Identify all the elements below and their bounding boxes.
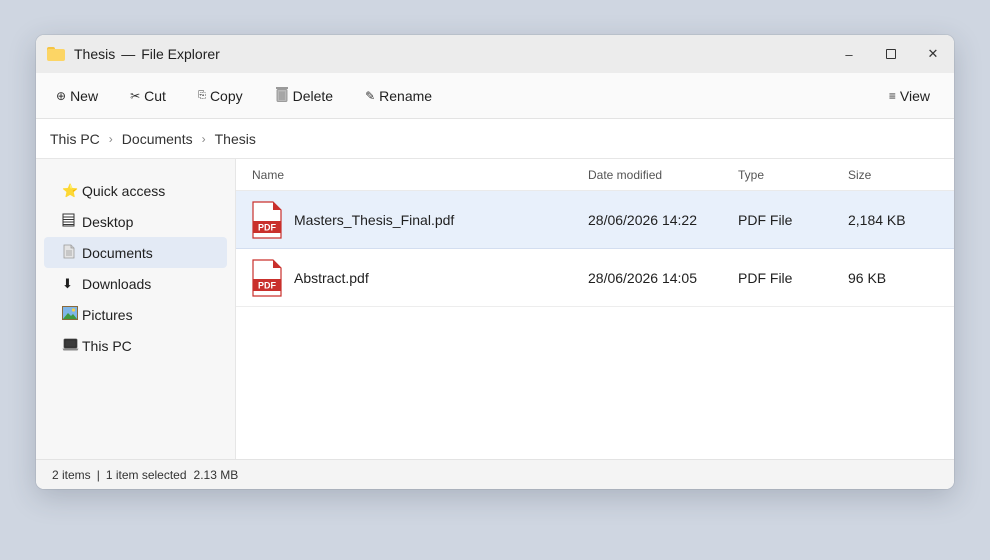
- minimize-button[interactable]: –: [828, 35, 870, 73]
- documents-icon: [62, 244, 80, 262]
- main-content: ⭐ Quick access Desktop Documents ⬇ Downl…: [36, 159, 954, 460]
- plus-circle-icon: ⊕: [56, 88, 67, 103]
- sidebar-item-label: Quick access: [82, 182, 166, 199]
- copy-label: Copy: [209, 87, 243, 104]
- laptop-icon: [62, 338, 80, 354]
- pencil-icon: ✎: [365, 88, 376, 103]
- sidebar-item-quick-access[interactable]: ⭐ Quick access: [44, 175, 227, 206]
- chevron-right-icon: ›: [108, 131, 113, 146]
- window-folder-name: Thesis: [74, 46, 116, 62]
- title-separator: —: [121, 46, 136, 62]
- rename-button[interactable]: ✎ Rename: [359, 84, 438, 108]
- view-label: View: [899, 87, 930, 104]
- breadcrumb-thesis[interactable]: Thesis: [215, 131, 256, 147]
- sidebar-item-pictures[interactable]: Pictures: [44, 299, 227, 330]
- star-icon: ⭐: [62, 182, 79, 198]
- sidebar-item-label: Documents: [82, 244, 153, 261]
- column-header-type[interactable]: Type: [738, 168, 764, 182]
- sidebar-item-documents[interactable]: Documents: [44, 237, 227, 268]
- sidebar-item-desktop[interactable]: Desktop: [44, 206, 227, 237]
- cut-label: Cut: [144, 87, 166, 104]
- column-header-name[interactable]: Name: [252, 168, 284, 182]
- view-button[interactable]: ≡ View: [883, 84, 936, 108]
- file-type: PDF File: [738, 270, 793, 286]
- file-date: 28/06/2026 14:22: [588, 212, 697, 228]
- title-bar: Thesis — File Explorer – ✕: [36, 35, 954, 73]
- column-header-date[interactable]: Date modified: [588, 168, 662, 182]
- copy-icon: ⎘: [197, 90, 206, 101]
- new-label: New: [70, 87, 99, 104]
- cut-button[interactable]: ✂ Cut: [124, 84, 172, 108]
- status-divider: |: [96, 467, 100, 482]
- column-headers: Name Date modified Type Size: [236, 159, 954, 191]
- pdf-badge-text: PDF: [258, 281, 277, 291]
- window-app-name: File Explorer: [141, 46, 220, 62]
- sidebar-item-downloads[interactable]: ⬇ Downloads: [44, 268, 227, 299]
- sidebar-item-label: This PC: [82, 337, 132, 354]
- chevron-right-icon: ›: [201, 131, 206, 146]
- breadcrumb-this-pc[interactable]: This PC: [50, 131, 100, 147]
- file-name: Abstract.pdf: [294, 270, 369, 286]
- selection-count: 1 item selected: [105, 467, 187, 482]
- file-explorer-window: Thesis — File Explorer – ✕ ⊕ New ✂ Cut ⎘…: [36, 35, 954, 489]
- file-size: 96 KB: [848, 270, 887, 286]
- sidebar-item-label: Desktop: [82, 213, 134, 230]
- file-name: Masters_Thesis_Final.pdf: [294, 212, 455, 228]
- delete-button[interactable]: Delete: [269, 82, 339, 109]
- item-count: 2 items: [52, 467, 91, 482]
- maximize-button[interactable]: [870, 35, 912, 73]
- sidebar-item-this-pc[interactable]: This PC: [44, 330, 227, 361]
- file-size: 2,184 KB: [848, 212, 906, 228]
- new-button[interactable]: ⊕ New: [50, 84, 104, 108]
- command-bar: ⊕ New ✂ Cut ⎘ Copy Delete ✎ Rename ≡ Vie…: [36, 73, 954, 119]
- menu-lines-icon: ≡: [888, 88, 896, 103]
- folder-icon: [47, 47, 65, 61]
- selection-size: 2.13 MB: [193, 467, 239, 482]
- delete-label: Delete: [292, 87, 334, 104]
- maximize-icon: [886, 49, 896, 59]
- scissors-icon: ✂: [130, 88, 141, 103]
- file-type: PDF File: [738, 212, 793, 228]
- minimize-icon: –: [845, 46, 853, 62]
- sidebar-item-label: Downloads: [82, 275, 152, 292]
- sidebar-item-label: Pictures: [82, 306, 133, 323]
- close-icon: ✕: [927, 46, 939, 61]
- column-header-size[interactable]: Size: [848, 168, 871, 182]
- file-date: 28/06/2026 14:05: [588, 270, 697, 286]
- download-arrow-icon: ⬇: [62, 275, 73, 291]
- navigation-pane: ⭐ Quick access Desktop Documents ⬇ Downl…: [36, 159, 236, 460]
- close-button[interactable]: ✕: [912, 35, 954, 73]
- status-bar: 2 items | 1 item selected 2.13 MB: [36, 459, 954, 489]
- pictures-icon: [62, 306, 80, 323]
- file-row[interactable]: PDF Masters_Thesis_Final.pdf 28/06/2026 …: [236, 191, 954, 249]
- file-list: Name Date modified Type Size PDF Masters…: [236, 159, 954, 460]
- window-controls: – ✕: [828, 35, 954, 73]
- copy-button[interactable]: ⎘ Copy: [192, 84, 249, 108]
- breadcrumb: This PC › Documents › Thesis: [36, 119, 954, 159]
- file-row[interactable]: PDF Abstract.pdf 28/06/2026 14:05 PDF Fi…: [236, 249, 954, 307]
- rename-label: Rename: [379, 87, 433, 104]
- pdf-badge-text: PDF: [258, 223, 277, 233]
- trash-icon: [275, 86, 289, 105]
- breadcrumb-documents[interactable]: Documents: [122, 131, 193, 147]
- desktop-icon: [62, 213, 80, 230]
- pdf-file-icon: PDF: [252, 259, 282, 297]
- pdf-file-icon: PDF: [252, 201, 282, 239]
